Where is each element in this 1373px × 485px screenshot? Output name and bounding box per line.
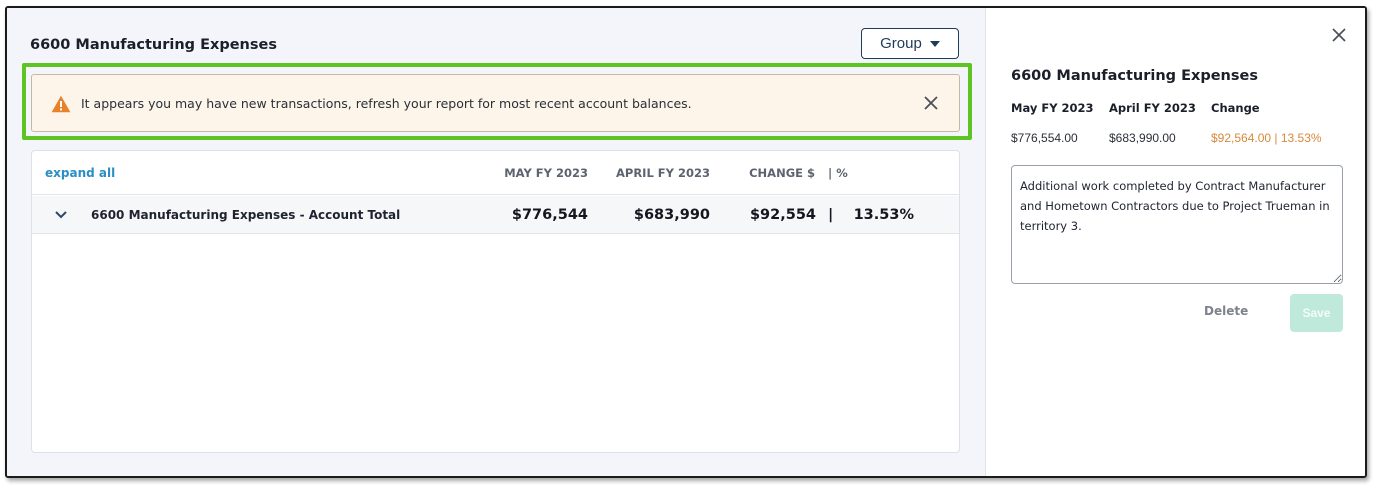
close-icon[interactable] (923, 95, 939, 111)
close-icon[interactable] (1332, 28, 1346, 42)
row-account-label: 6600 Manufacturing Expenses - Account To… (91, 208, 401, 222)
panel-value-may: $776,554.00 (1011, 131, 1078, 145)
chevron-down-icon[interactable] (54, 210, 68, 220)
panel-value-change: $92,564.00 | 13.53% (1211, 131, 1322, 145)
column-header-percent: | % (828, 166, 848, 180)
row-separator: | (828, 207, 834, 223)
comment-panel: 6600 Manufacturing Expenses May FY 2023 … (985, 8, 1365, 476)
save-button[interactable]: Save (1290, 294, 1343, 332)
alert-message: It appears you may have new transactions… (81, 96, 692, 111)
page-title: 6600 Manufacturing Expenses (30, 37, 277, 53)
warning-triangle-icon (51, 95, 71, 113)
dialog-window: 6600 Manufacturing Expenses Group It app… (5, 6, 1367, 478)
comment-textarea[interactable]: Additional work completed by Contract Ma… (1011, 165, 1343, 284)
panel-value-april: $683,990.00 (1109, 131, 1176, 145)
panel-title: 6600 Manufacturing Expenses (1011, 68, 1258, 84)
row-change-value: $92,554 (749, 207, 816, 223)
refresh-alert-banner: It appears you may have new transactions… (31, 74, 960, 132)
row-april-value: $683,990 (633, 207, 710, 223)
column-header-may: MAY FY 2023 (504, 166, 588, 180)
delete-button[interactable]: Delete (1204, 304, 1248, 318)
account-table: expand all MAY FY 2023 APRIL FY 2023 CHA… (31, 150, 960, 453)
report-pane: 6600 Manufacturing Expenses Group It app… (7, 8, 985, 476)
table-header: expand all MAY FY 2023 APRIL FY 2023 CHA… (32, 151, 959, 195)
row-may-value: $776,544 (511, 207, 588, 223)
panel-header-april: April FY 2023 (1109, 101, 1196, 115)
column-header-change: CHANGE $ (749, 166, 815, 180)
group-dropdown-button[interactable]: Group (861, 28, 959, 59)
row-percent-value: 13.53% (853, 207, 914, 223)
table-row[interactable]: 6600 Manufacturing Expenses - Account To… (32, 196, 959, 234)
group-button-label: Group (880, 35, 922, 52)
panel-header-change: Change (1211, 101, 1260, 115)
panel-header-may: May FY 2023 (1011, 101, 1094, 115)
caret-down-icon (929, 40, 940, 47)
expand-all-link[interactable]: expand all (45, 166, 115, 180)
column-header-april: APRIL FY 2023 (616, 166, 710, 180)
